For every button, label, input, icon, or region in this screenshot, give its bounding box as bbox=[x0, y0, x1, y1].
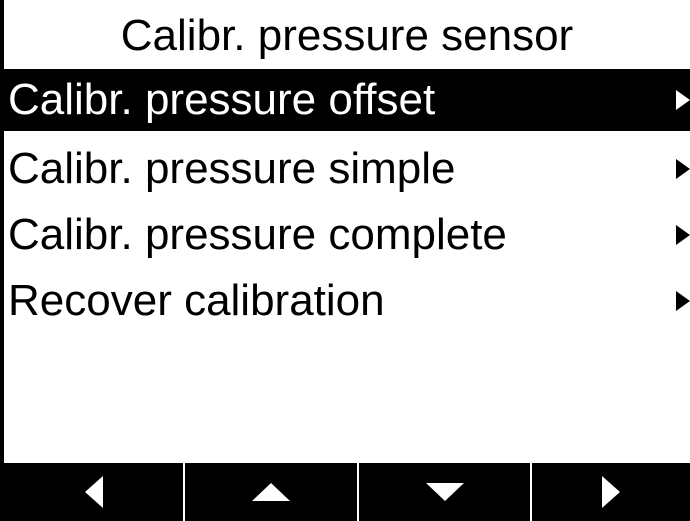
menu-item-label: Calibr. pressure offset bbox=[8, 75, 436, 124]
softkey-down[interactable] bbox=[357, 463, 530, 521]
screen-title: Calibr. pressure sensor bbox=[120, 11, 574, 60]
submenu-arrow-icon bbox=[676, 157, 690, 181]
calibration-menu: Calibr. pressure offset Calibr. pressure… bbox=[4, 69, 690, 334]
menu-item-label: Recover calibration bbox=[8, 276, 385, 325]
menu-item-calibr-pressure-complete[interactable]: Calibr. pressure complete bbox=[4, 202, 690, 268]
softkey-right[interactable] bbox=[530, 463, 690, 521]
menu-item-label: Calibr. pressure complete bbox=[8, 210, 507, 259]
up-arrow-icon bbox=[250, 481, 292, 503]
menu-item-calibr-pressure-offset[interactable]: Calibr. pressure offset bbox=[4, 69, 690, 131]
submenu-arrow-icon bbox=[676, 88, 690, 112]
device-screen: Calibr. pressure sensor Calibr. pressure… bbox=[0, 0, 690, 521]
softkey-left[interactable] bbox=[4, 463, 183, 521]
menu-item-label: Calibr. pressure simple bbox=[8, 144, 456, 193]
submenu-arrow-icon bbox=[676, 289, 690, 313]
right-arrow-icon bbox=[600, 474, 622, 510]
menu-item-recover-calibration[interactable]: Recover calibration bbox=[4, 268, 690, 334]
submenu-arrow-icon bbox=[676, 223, 690, 247]
menu-item-calibr-pressure-simple[interactable]: Calibr. pressure simple bbox=[4, 136, 690, 202]
left-arrow-icon bbox=[83, 474, 105, 510]
softkey-up[interactable] bbox=[183, 463, 357, 521]
softkey-bar bbox=[4, 463, 690, 521]
down-arrow-icon bbox=[424, 481, 466, 503]
